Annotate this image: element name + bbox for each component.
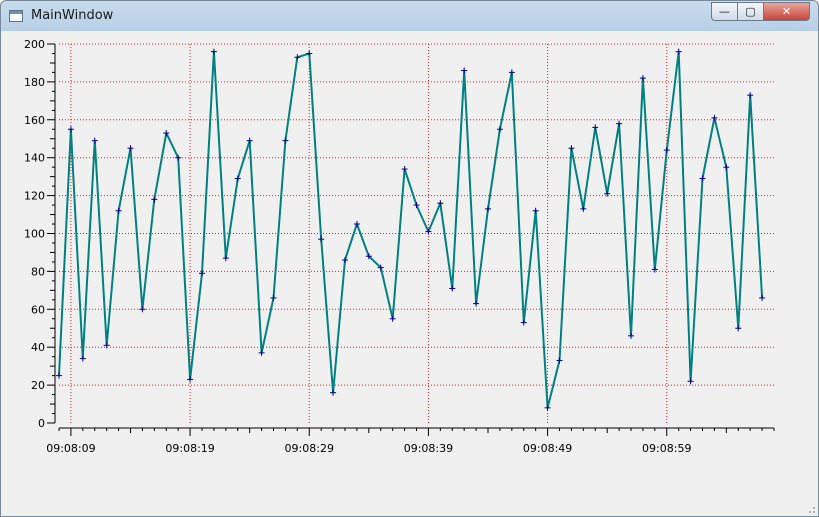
y-tick-label: 120 [24,190,45,203]
close-icon: ✕ [781,5,792,18]
line-chart: 0 20 40 60 80 100 120 140 160 180 200 09:08:09 09:08… [24,38,775,455]
y-tick-label: 200 [24,38,45,51]
main-window: MainWindow — ▢ ✕ 0 20 40 60 80 100 120 140 160 18… [0,0,819,517]
close-button[interactable]: ✕ [764,2,810,21]
x-tick-label: 09:08:19 [165,442,214,455]
x-tick-label: 09:08:49 [523,442,572,455]
x-tick-label: 09:08:29 [285,442,334,455]
plot-area: 0 20 40 60 80 100 120 140 160 180 200 09:08:09 09:08… [8,31,811,511]
y-tick-label: 40 [31,341,45,354]
x-tick-label: 09:08:39 [404,442,453,455]
y-tick-label: 140 [24,152,45,165]
y-tick-label: 20 [31,379,45,392]
x-tick-label: 09:08:09 [46,442,95,455]
x-tick-label: 09:08:59 [642,442,691,455]
minimize-button[interactable]: — [711,2,738,21]
title-bar[interactable]: MainWindow — ▢ ✕ [1,1,818,31]
y-tick-label: 80 [31,265,45,278]
y-tick-label: 180 [24,76,45,89]
window-title: MainWindow [31,8,114,23]
resize-grip-icon[interactable] [806,504,816,514]
maximize-icon: ▢ [745,5,756,18]
app-window-icon[interactable] [9,10,23,22]
minimize-icon: — [719,5,730,18]
y-tick-label: 100 [24,228,45,241]
maximize-button[interactable]: ▢ [738,2,764,21]
caption-buttons: — ▢ ✕ [711,2,810,21]
y-tick-label: 160 [24,114,45,127]
y-tick-label: 60 [31,303,45,316]
y-tick-label: 0 [38,417,45,430]
